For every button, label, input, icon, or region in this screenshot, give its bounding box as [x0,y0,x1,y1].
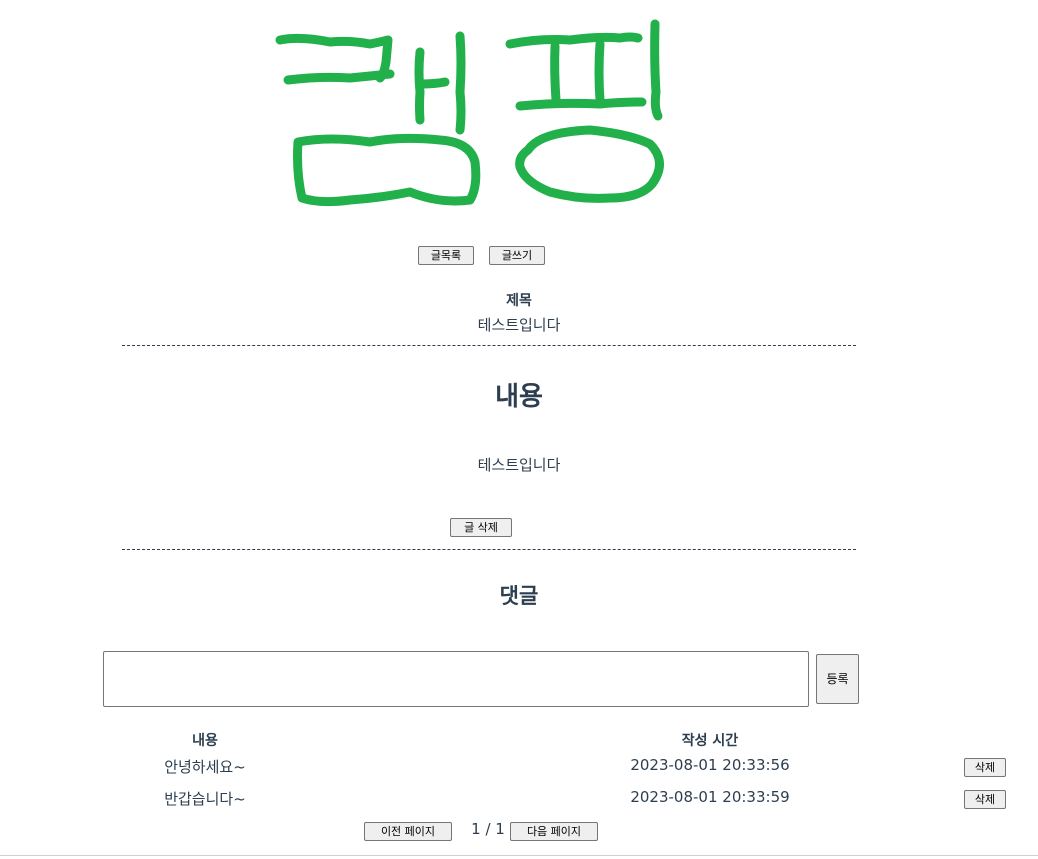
content-heading: 내용 [495,382,543,412]
comment-content: 안녕하세요~ [164,758,246,776]
title-label: 제목 [506,293,532,309]
post-list-button[interactable]: 글목록 [418,246,474,265]
delete-post-button[interactable]: 글 삭제 [450,518,512,537]
comment-content: 반갑습니다~ [164,790,246,808]
comment-time: 2023-08-01 20:33:56 [630,756,790,774]
comment-input[interactable] [103,651,809,707]
column-header-content: 내용 [192,733,218,749]
divider [122,345,856,346]
post-content: 테스트입니다 [477,456,561,474]
next-page-button[interactable]: 다음 페이지 [510,822,598,841]
prev-page-button[interactable]: 이전 페이지 [364,822,452,841]
delete-comment-button[interactable]: 삭제 [964,758,1006,777]
comments-heading: 댓글 [499,584,539,608]
column-header-time: 작성 시간 [681,733,739,749]
camping-logo [275,19,664,207]
register-comment-button[interactable]: 등록 [816,654,859,704]
divider [122,549,856,550]
comment-time: 2023-08-01 20:33:59 [630,788,790,806]
delete-comment-button[interactable]: 삭제 [964,790,1006,809]
write-post-button[interactable]: 글쓰기 [489,246,545,265]
page: 글목록 글쓰기 제목 테스트입니다 내용 테스트입니다 글 삭제 댓글 등록 내… [0,0,1038,859]
page-indicator: 1 / 1 [471,820,505,838]
bottom-border [0,855,1038,856]
post-title: 테스트입니다 [477,316,561,334]
